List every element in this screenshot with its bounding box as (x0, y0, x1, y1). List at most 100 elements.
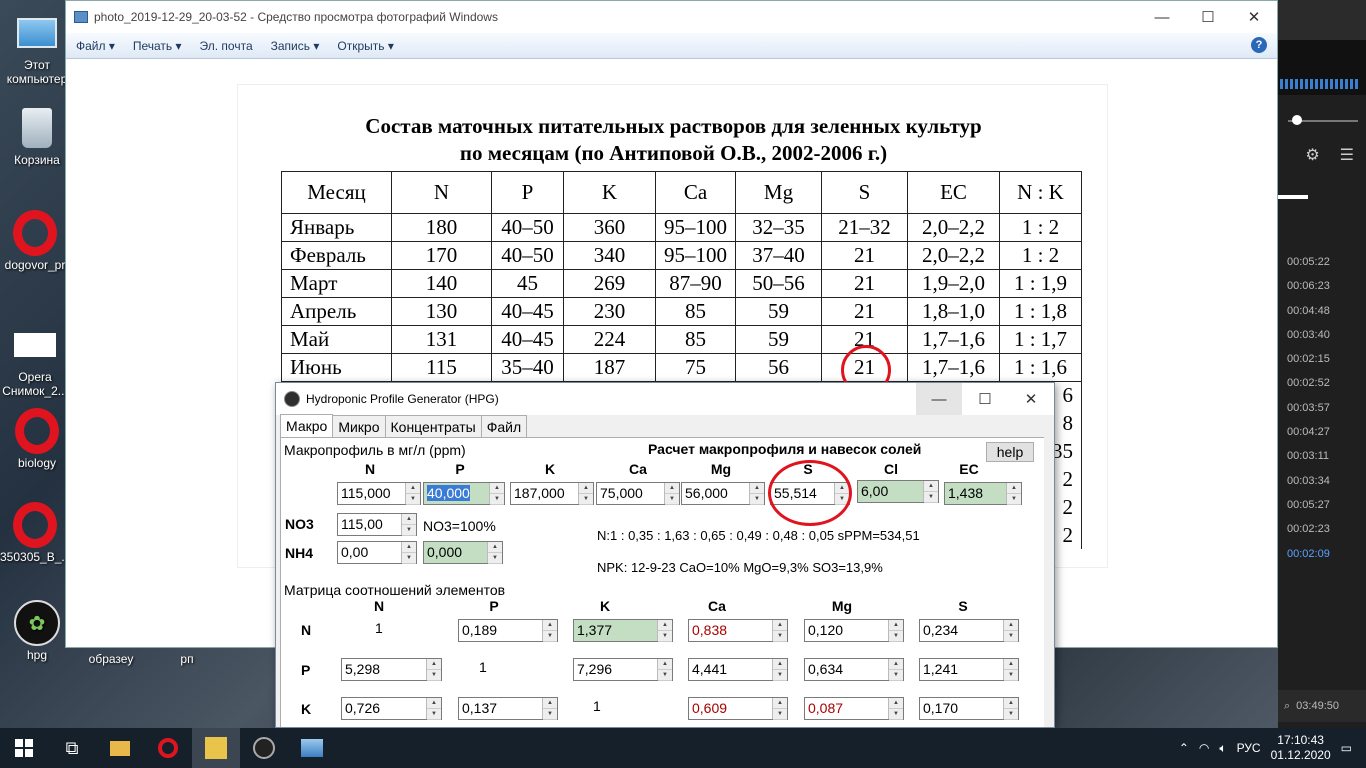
playlist-time[interactable]: 00:04:48 (1278, 299, 1366, 323)
n-value-spinner[interactable]: 115,000 ▲ ▼ (337, 482, 421, 505)
table-cell: 45 (491, 269, 564, 298)
help-icon[interactable]: ? (1251, 37, 1267, 53)
playlist-time[interactable]: 00:02:15 (1278, 347, 1366, 371)
p-value-spinner[interactable]: 40,000 ▲ ▼ (423, 482, 505, 505)
windows-icon (15, 739, 33, 757)
playlist-time[interactable]: 00:04:27 (1278, 420, 1366, 444)
desktop-icon-recycle-bin[interactable]: Корзина (2, 105, 72, 167)
menu-file[interactable]: Файл ▾ (76, 39, 115, 53)
start-button[interactable] (0, 728, 48, 768)
playback-controls[interactable] (1278, 175, 1366, 250)
window-title: photo_2019-12-29_20-03-52 - Средство про… (94, 10, 498, 24)
no3-spinner[interactable]: 115,00 ▲ ▼ (337, 513, 417, 536)
playlist-time[interactable]: 00:03:57 (1278, 396, 1366, 420)
notifications-icon[interactable]: ▭ (1341, 741, 1352, 755)
ec-value-spinner[interactable]: 1,438 ▲ ▼ (944, 482, 1022, 505)
menu-print[interactable]: Печать ▾ (133, 39, 182, 53)
maximize-button[interactable]: ☐ (1185, 1, 1231, 33)
menu-open[interactable]: Открыть ▾ (337, 39, 393, 53)
desktop-icon-350305[interactable]: 350305_B_... (0, 502, 71, 564)
volume-icon[interactable]: 🔈︎ (1219, 741, 1226, 756)
opera-icon (13, 502, 57, 548)
language-indicator[interactable]: РУС (1237, 741, 1261, 755)
ca-value-spinner[interactable]: 75,000 ▲ ▼ (596, 482, 680, 505)
col-header: N (364, 461, 376, 477)
playlist-time[interactable]: 00:03:40 (1278, 323, 1366, 347)
taskbar-explorer[interactable] (96, 728, 144, 768)
photo-title-line1: Состав маточных питательных растворов дл… (365, 114, 982, 138)
close-button[interactable]: ✕ (1231, 1, 1277, 33)
matrix-cell-spinner[interactable]: 5,298 ▲ ▼ (341, 658, 442, 681)
close-button[interactable]: ✕ (1008, 383, 1054, 415)
desktop-icon-biology[interactable]: biology (2, 408, 72, 470)
desktop-icon-dogovor[interactable]: dogovor_pr (0, 210, 70, 272)
network-icon[interactable]: ◠ (1199, 741, 1209, 755)
k-value-spinner[interactable]: 187,000 ▲ ▼ (510, 482, 594, 505)
table-cell: 37–40 (735, 241, 822, 270)
matrix-cell-spinner[interactable]: 1,377 ▲ ▼ (573, 619, 673, 642)
playlist-time[interactable]: 00:05:22 (1278, 250, 1366, 274)
volume-slider[interactable] (1278, 95, 1366, 135)
hpg-icon: ✿ (14, 600, 60, 646)
desktop-icon-rp[interactable]: рп (152, 652, 222, 666)
taskbar-hpg[interactable] (240, 728, 288, 768)
matrix-cell: 1 (375, 620, 383, 636)
playlist-time[interactable]: 00:02:23 (1278, 517, 1366, 541)
cl-value-spinner[interactable]: 6,00 ▲ ▼ (857, 480, 939, 503)
help-button[interactable]: help (986, 442, 1034, 462)
no3-label: NO3 (285, 516, 314, 532)
desktop-icon-obrazeu[interactable]: образеу (76, 652, 146, 666)
table-header: K (563, 171, 656, 214)
matrix-cell-spinner[interactable]: 0,838 ▲ ▼ (688, 619, 788, 642)
nh4-label: NH4 (285, 545, 314, 561)
maximize-button[interactable]: ☐ (962, 383, 1008, 415)
matrix-cell-spinner[interactable]: 0,189 ▲ ▼ (458, 619, 558, 642)
minimize-button[interactable]: — (1139, 1, 1185, 33)
playlist-time[interactable]: 00:03:34 (1278, 469, 1366, 493)
menu-burn[interactable]: Запись ▾ (271, 39, 320, 53)
table-cell: 56 (735, 353, 822, 382)
tab-macro[interactable]: Макро (280, 414, 334, 439)
table-cell: 1 : 2 (999, 213, 1082, 242)
playlist-time[interactable]: 00:06:23 (1278, 274, 1366, 298)
hpg-title: Hydroponic Profile Generator (HPG) (306, 392, 499, 406)
matrix-cell-spinner[interactable]: 0,726 ▲ ▼ (341, 697, 442, 720)
gear-icon[interactable]: ⚙ (1305, 145, 1319, 165)
matrix-cell-spinner[interactable]: 0,234 ▲ ▼ (919, 619, 1019, 642)
matrix-cell-spinner[interactable]: 7,296 ▲ ▼ (573, 658, 673, 681)
playlist-time[interactable]: 00:02:52 (1278, 371, 1366, 395)
taskbar-photos[interactable] (288, 728, 336, 768)
desktop-icon-label: Этот компьютер (6, 58, 68, 86)
matrix-cell-spinner[interactable]: 4,441 ▲ ▼ (688, 658, 788, 681)
task-view-button[interactable]: ⧉ (48, 728, 96, 768)
clock[interactable]: 17:10:43 01.12.2020 (1271, 733, 1331, 763)
playlist-time[interactable]: 00:03:11 (1278, 444, 1366, 468)
matrix-cell-spinner[interactable]: 0,087 ▲ ▼ (804, 697, 904, 720)
desktop-icon-label: Корзина (14, 153, 60, 167)
vertical-scrollbar[interactable] (1044, 437, 1054, 727)
desktop-icon-computer[interactable]: Этот компьютер (2, 10, 72, 86)
col-header: EC (959, 461, 979, 477)
matrix-cell-spinner[interactable]: 0,120 ▲ ▼ (804, 619, 904, 642)
nh4-spinner[interactable]: 0,00 ▲ ▼ (337, 541, 417, 564)
nh4-percent-spinner[interactable]: 0,000 ▲ ▼ (423, 541, 503, 564)
desktop-icon-opera-snapshot[interactable]: Opera Снимок_2... (0, 322, 70, 398)
desktop-icon-label: hpg (26, 648, 48, 662)
menu-email[interactable]: Эл. почта (200, 39, 253, 53)
matrix-cell-spinner[interactable]: 1,241 ▲ ▼ (919, 658, 1019, 681)
menu-icon[interactable]: ☰ (1340, 145, 1354, 165)
taskbar-opera[interactable] (144, 728, 192, 768)
search-icon[interactable]: ⌕ (1284, 700, 1290, 713)
mg-value-spinner[interactable]: 56,000 ▲ ▼ (681, 482, 765, 505)
taskbar-app-active[interactable] (192, 728, 240, 768)
matrix-cell-spinner[interactable]: 0,634 ▲ ▼ (804, 658, 904, 681)
minimize-button[interactable]: — (916, 383, 962, 415)
matrix-cell-spinner[interactable]: 0,137 ▲ ▼ (458, 697, 558, 720)
macro-profile-label: Макропрофиль в мг/л (ppm) (284, 442, 466, 458)
playlist-time[interactable]: 00:05:27 (1278, 493, 1366, 517)
chevron-up-icon[interactable]: ⌃ (1179, 741, 1189, 755)
matrix-cell-spinner[interactable]: 0,170 ▲ ▼ (919, 697, 1019, 720)
playlist-time-active[interactable]: 00:02:09 (1278, 542, 1366, 566)
desktop-icon-hpg[interactable]: ✿ hpg (2, 600, 72, 662)
matrix-cell-spinner[interactable]: 0,609 ▲ ▼ (688, 697, 788, 720)
